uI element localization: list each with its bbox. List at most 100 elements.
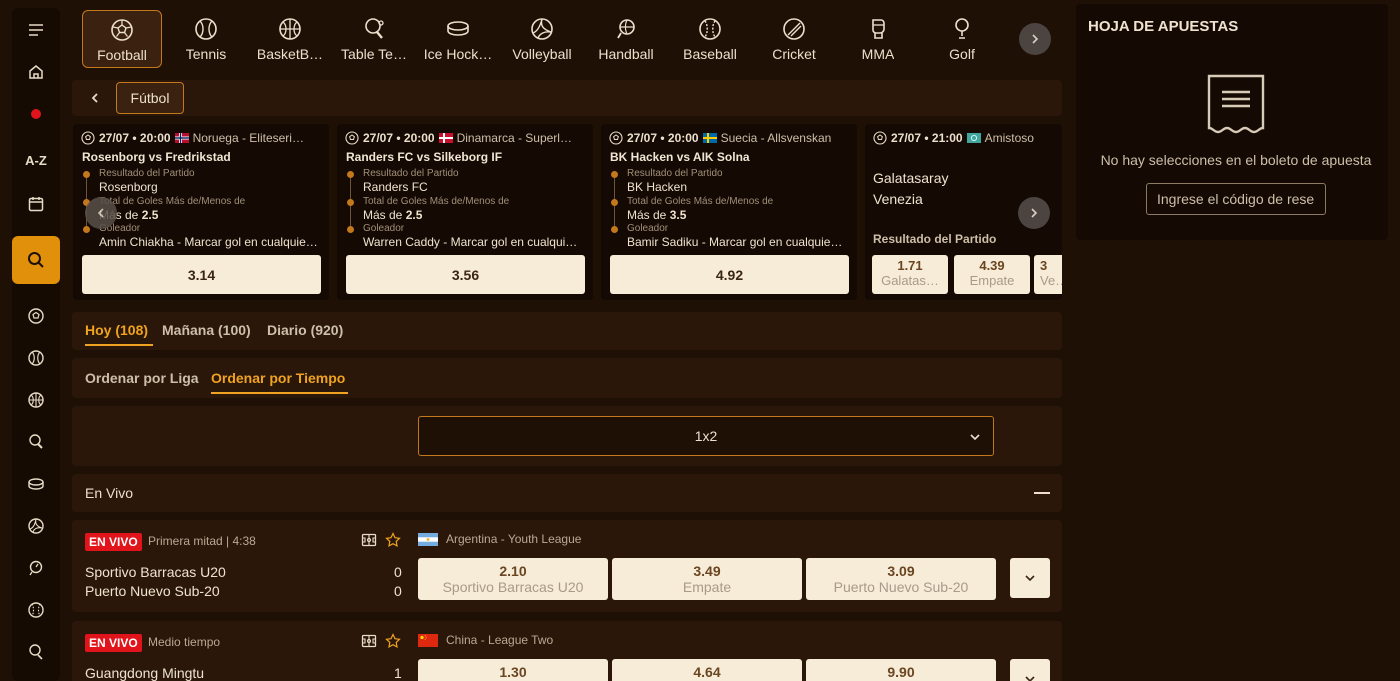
more-markets-button[interactable]: [1010, 558, 1050, 598]
az-icon[interactable]: A-Z: [12, 140, 60, 180]
breadcrumb-chip[interactable]: Fútbol: [116, 82, 184, 114]
baseball-icon[interactable]: [12, 590, 60, 630]
tab-tomorrow[interactable]: Mañana (100): [162, 322, 251, 338]
table-tennis-icon[interactable]: [12, 422, 60, 462]
chevron-left-icon: [97, 208, 104, 218]
sports-scroll-right-button[interactable]: [1019, 23, 1051, 55]
home-icon[interactable]: [12, 52, 60, 92]
odds-button[interactable]: 3Ve…: [1034, 255, 1062, 294]
odds-button-home[interactable]: 2.10 Sportivo Barracas U20: [418, 558, 608, 600]
chevron-left-icon: [91, 93, 98, 103]
featured-card[interactable]: 27/07 • 20:00 Dinamarca - Superl… Rander…: [337, 124, 593, 300]
market-label: Resultado del Partido: [627, 168, 723, 179]
market-filter-row: 1x2: [72, 406, 1062, 466]
live-section-header[interactable]: En Vivo: [72, 474, 1062, 512]
market-label: Total de Goles Más de/Menos de: [627, 196, 774, 207]
sport-tab-baseball[interactable]: Baseball: [670, 10, 750, 68]
soccer-ball-icon[interactable]: [12, 296, 60, 336]
live-event-row[interactable]: EN VIVO Primera mitad | 4:38 Argentina -…: [72, 520, 1062, 612]
sport-label: Ice Hock…: [423, 46, 493, 62]
bet-slip-panel: HOJA DE APUESTAS No hay selecciones en e…: [1076, 4, 1388, 240]
search-button[interactable]: [12, 236, 60, 284]
match-title: Randers FC vs Silkeborg IF: [346, 150, 503, 164]
active-tab-underline: [85, 344, 153, 346]
market-label: Total de Goles Más de/Menos de: [99, 196, 246, 207]
odds-button[interactable]: 1.71 Galatas…: [872, 255, 948, 294]
sport-selector-bar: Football Tennis BasketB… Table Te… Ice H…: [72, 4, 1062, 74]
collapse-icon[interactable]: [1034, 492, 1050, 494]
calendar-icon[interactable]: [12, 184, 60, 224]
star-favorite-icon[interactable]: [385, 633, 401, 649]
match-title: Rosenborg vs Fredrikstad: [82, 150, 231, 164]
booking-code-input[interactable]: [1146, 183, 1326, 215]
odds-button[interactable]: 4.39 Empate: [954, 255, 1030, 294]
home-team: Guangdong Mingtu: [85, 665, 205, 681]
star-favorite-icon[interactable]: [385, 532, 401, 548]
more-markets-button[interactable]: [1010, 659, 1050, 681]
back-button[interactable]: [80, 83, 110, 113]
tab-daily[interactable]: Diario (920): [267, 322, 343, 338]
table-tennis-icon: [365, 18, 384, 39]
pitch-stats-icon[interactable]: [361, 633, 377, 649]
market-label: Goleador: [627, 223, 669, 234]
sport-tab-cricket[interactable]: Cricket: [754, 10, 834, 68]
sport-tab-football[interactable]: Football: [82, 10, 162, 68]
market-label: Goleador: [363, 223, 405, 234]
odds-button[interactable]: 3.56: [346, 255, 585, 294]
sport-tab-golf[interactable]: Golf: [922, 10, 1002, 68]
menu-icon[interactable]: [12, 10, 60, 50]
pitch-stats-icon[interactable]: [361, 532, 377, 548]
volleyball-icon[interactable]: [12, 506, 60, 546]
sport-tab-tennis[interactable]: Tennis: [166, 10, 246, 68]
odds-button-home[interactable]: 1.30: [418, 659, 608, 681]
featured-scroll-left-button[interactable]: [85, 197, 117, 229]
odds-button-away[interactable]: 3.09 Puerto Nuevo Sub-20: [806, 558, 996, 600]
league-name: Suecia - Allsvenskan: [720, 131, 832, 145]
odds-button-draw[interactable]: 3.49 Empate: [612, 558, 802, 600]
sport-label: BasketB…: [256, 46, 324, 62]
volleyball-icon: [531, 18, 553, 40]
active-tab-underline: [211, 392, 348, 394]
match-time: 27/07 • 20:00: [363, 131, 435, 145]
sweden-flag-icon: [702, 133, 717, 143]
live-event-row[interactable]: EN VIVO Medio tiempo China - League Two …: [72, 621, 1062, 681]
timeline-dot: [83, 226, 90, 233]
chevron-right-icon: [1031, 208, 1038, 218]
sport-tab-basketball[interactable]: BasketB…: [250, 10, 330, 68]
basketball-icon[interactable]: [12, 380, 60, 420]
market-label: Resultado del Partido: [99, 168, 195, 179]
sport-tab-table-tennis[interactable]: Table Te…: [334, 10, 414, 68]
tennis-ball-icon[interactable]: [12, 338, 60, 378]
market-label: Resultado del Partido: [363, 168, 459, 179]
left-rail: A-Z: [12, 8, 60, 681]
odds-button-draw[interactable]: 4.64: [612, 659, 802, 681]
chevron-right-icon: [1032, 34, 1039, 44]
sport-tab-mma[interactable]: MMA: [838, 10, 918, 68]
odds-button[interactable]: 4.92: [610, 255, 849, 294]
handball-icon[interactable]: [12, 548, 60, 588]
market-type-select[interactable]: 1x2: [418, 416, 994, 456]
featured-scroll-right-button[interactable]: [1018, 197, 1050, 229]
sport-label: Tennis: [185, 46, 227, 62]
odds-button[interactable]: 3.14: [82, 255, 321, 294]
tab-sort-by-time[interactable]: Ordenar por Tiempo: [211, 370, 345, 386]
match-status: Medio tiempo: [148, 635, 221, 649]
sport-tab-ice-hockey[interactable]: Ice Hock…: [418, 10, 498, 68]
sport-tab-handball[interactable]: Handball: [586, 10, 666, 68]
day-tabs: Hoy (108) Mañana (100) Diario (920): [72, 312, 1062, 350]
tab-sort-by-league[interactable]: Ordenar por Liga: [85, 370, 199, 386]
receipt-icon: [1207, 74, 1265, 134]
featured-card[interactable]: 27/07 • 20:00 Suecia - Allsvenskan BK Ha…: [601, 124, 857, 300]
selection-label: Más de 3.5: [627, 208, 687, 222]
match-status: Primera mitad | 4:38: [148, 534, 256, 548]
selection-label: Randers FC: [363, 180, 428, 194]
ice-hockey-puck-icon[interactable]: [12, 464, 60, 504]
league-name: Noruega - Eliteseri…: [192, 131, 304, 145]
tab-today[interactable]: Hoy (108): [85, 322, 148, 338]
golf-icon[interactable]: [12, 632, 60, 672]
sport-tab-volleyball[interactable]: Volleyball: [502, 10, 582, 68]
live-dot-icon[interactable]: [12, 94, 60, 134]
odds-button-away[interactable]: 9.90: [806, 659, 996, 681]
chevron-down-icon: [1025, 575, 1035, 582]
search-icon: [28, 252, 44, 268]
